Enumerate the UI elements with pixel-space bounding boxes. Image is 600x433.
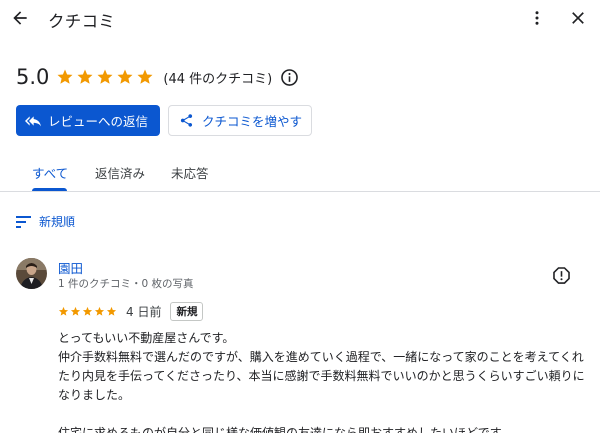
sort-label: 新規順 <box>39 215 76 229</box>
reviewer-meta: 1 件のクチコミ・0 枚の写真 <box>58 278 194 290</box>
more-vert-icon[interactable] <box>528 8 546 28</box>
page-title: クチコミ <box>48 12 116 31</box>
back-arrow-icon[interactable] <box>10 8 30 28</box>
star-icon <box>137 69 153 84</box>
review-line: 仲介手数料無料で選んだのですが、購入を進めていく過程で、一緒になって家のことを考… <box>58 350 585 402</box>
review-count: (44 件のクチコミ) <box>163 71 273 87</box>
review-line: とってもいい不動産屋さんです。 <box>58 331 235 345</box>
get-more-reviews-button[interactable]: クチコミを増やす <box>168 105 312 136</box>
star-icon <box>117 69 133 84</box>
reply-all-icon <box>25 115 41 126</box>
reply-to-reviews-button[interactable]: レビューへの返信 <box>16 105 160 136</box>
review-filter-tabs: すべて 返信済み 未応答 <box>0 150 600 192</box>
star-icon <box>94 306 105 316</box>
top-app-bar: クチコミ <box>0 0 600 40</box>
review-text: とってもいい不動産屋さんです。 仲介手数料無料で選んだのですが、購入を進めていく… <box>58 329 588 433</box>
info-icon[interactable] <box>280 68 299 87</box>
rating-summary: 5.0 (44 件のクチコミ) <box>16 62 299 92</box>
tab-replied[interactable]: 返信済み <box>95 163 145 182</box>
close-icon[interactable] <box>568 8 588 28</box>
tab-all[interactable]: すべて <box>32 163 68 182</box>
review-stars <box>58 306 117 317</box>
star-icon <box>97 69 113 84</box>
review-date: 4 日前 <box>126 305 162 319</box>
tab-unanswered[interactable]: 未応答 <box>171 163 209 182</box>
average-score: 5.0 <box>16 65 50 89</box>
star-icon <box>57 69 73 84</box>
star-icon <box>58 306 69 316</box>
share-icon <box>180 114 193 127</box>
star-icon <box>106 306 117 316</box>
average-stars <box>56 68 154 86</box>
avatar[interactable] <box>16 258 47 289</box>
report-icon[interactable] <box>552 266 571 285</box>
star-icon <box>77 69 93 84</box>
review-line: 住宅に求めるものが自分と同じ様な価値観の友達になら即おすすめしたいほどです。 <box>58 426 513 433</box>
reviewer-name[interactable]: 園田 <box>58 258 83 277</box>
star-icon <box>82 306 93 316</box>
star-icon <box>70 306 81 316</box>
review-rating-row: 4 日前 新規 <box>58 302 204 321</box>
share-button-label: クチコミを増やす <box>202 114 303 129</box>
sort-button[interactable]: 新規順 <box>16 213 75 230</box>
active-tab-indicator <box>32 188 67 191</box>
reply-button-label: レビューへの返信 <box>48 114 149 129</box>
new-badge: 新規 <box>170 302 204 321</box>
review-blank-line <box>58 405 588 424</box>
sort-icon <box>16 215 31 228</box>
